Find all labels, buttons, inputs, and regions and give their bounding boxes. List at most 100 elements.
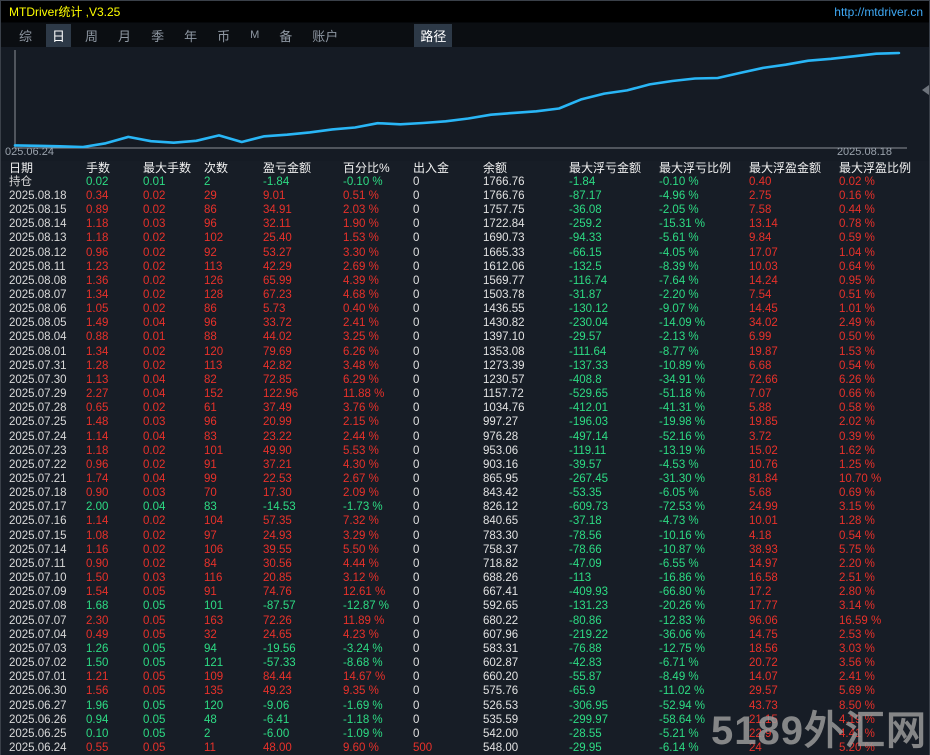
row-cell: 14.45 [749,303,778,316]
table-row[interactable]: 2025.07.15 1.08 0.02 97 24.93 3.29 % 0 783.30 -7… [1,529,929,543]
row-cell: 0 [413,699,420,712]
table-row[interactable]: 2025.06.24 0.55 0.05 11 48.00 9.60 % 500 548.00… [1,741,929,755]
table-row[interactable]: 2025.07.30 1.13 0.04 82 72.85 6.29 % 0 1230.57 -… [1,373,929,387]
table-row[interactable]: 2025.07.02 1.50 0.05 121 -57.33 -8.68 % 0 602.8… [1,656,929,670]
row-cell: -8.49 % [659,671,699,684]
row-cell: 718.82 [483,557,519,570]
table-row[interactable]: 2025.08.04 0.88 0.01 88 44.02 3.25 % 0 1397.10 -… [1,331,929,345]
column-header[interactable]: 盈亏金额 [263,161,343,175]
row-cell: 583.31 [483,642,519,655]
column-header[interactable]: 手数 [86,161,143,175]
table-row[interactable]: 2025.07.17 2.00 0.04 83 -14.53 -1.73 % 0 826.12… [1,501,929,515]
column-header[interactable]: 次数 [204,161,263,175]
column-header[interactable]: 日期 [9,161,86,175]
menu-item-m[interactable]: M [244,27,265,43]
table-row[interactable]: 2025.07.04 0.49 0.05 32 24.65 4.23 % 0 607.96 -2… [1,628,929,642]
row-cell: -6.55 % [659,557,699,570]
table-row[interactable]: 2025.07.29 2.27 0.04 152 122.96 11.88 % 0 1157.… [1,388,929,402]
row-cell: 3.25 % [343,331,379,344]
row-date: 2025.08.01 [9,345,67,358]
table-row[interactable]: 2025.07.07 2.30 0.05 163 72.26 11.89 % 0 680.22… [1,614,929,628]
table-row[interactable]: 2025.07.28 0.65 0.02 61 37.49 3.76 % 0 1034.76 -… [1,402,929,416]
menu-item-lujing[interactable]: 路径 [414,23,453,47]
table-row[interactable]: 2025.08.15 0.89 0.02 86 34.91 2.03 % 0 1757.75 -… [1,203,929,217]
menu-item-ri[interactable]: 日 [46,23,72,47]
row-date: 2025.08.18 [9,189,67,202]
row-date: 2025.07.22 [9,458,67,471]
menu-item-bei[interactable]: 备 [273,24,298,47]
table-row[interactable]: 2025.07.14 1.16 0.02 106 39.55 5.50 % 0 758.37 -… [1,543,929,557]
column-header[interactable]: 最大浮亏金额 [569,161,659,175]
table-row[interactable]: 2025.07.01 1.21 0.05 109 84.44 14.67 % 0 660.20… [1,671,929,685]
table-row[interactable]: 2025.08.13 1.18 0.02 102 25.40 1.53 % 0 1690.73… [1,232,929,246]
menu-item-ji[interactable]: 季 [145,24,170,47]
column-header[interactable]: 最大浮盈金额 [749,161,839,175]
table-row[interactable]: 2025.08.18 0.34 0.02 29 9.01 0.51 % 0 1766.76 -8… [1,189,929,203]
table-row[interactable]: 2025.06.26 0.94 0.05 48 -6.41 -1.18 % 0 535.59 -… [1,713,929,727]
row-cell: -29.95 [569,741,602,754]
table-row[interactable]: 2025.07.08 1.68 0.05 101 -87.57 -12.87 % 0 592.… [1,600,929,614]
table-row[interactable]: 2025.07.10 1.50 0.03 116 20.85 3.12 % 0 688.26 -… [1,572,929,586]
table-row[interactable]: 2025.06.30 1.56 0.05 135 49.23 9.35 % 0 575.76 -… [1,685,929,699]
table-row[interactable]: 2025.06.25 0.10 0.05 2 -6.00 -1.09 % 0 542.00 -2… [1,727,929,741]
table-row[interactable]: 2025.07.03 1.26 0.05 94 -19.56 -3.24 % 0 583.31… [1,642,929,656]
table-row[interactable]: 2025.08.06 1.05 0.02 86 5.73 0.40 % 0 1436.55 -1… [1,303,929,317]
row-cell: 783.30 [483,529,519,542]
table-row[interactable]: 2025.07.24 1.14 0.04 83 23.22 2.44 % 0 976.28 -4… [1,430,929,444]
table-row[interactable]: 2025.08.01 1.34 0.02 120 79.69 6.26 % 0 1353.08… [1,345,929,359]
row-cell: 6.99 [749,331,772,344]
menu-item-zhanghu[interactable]: 账户 [306,24,344,47]
table-row[interactable]: 2025.07.21 1.74 0.04 99 22.53 2.67 % 0 865.95 -2… [1,472,929,486]
table-row[interactable]: 2025.07.23 1.18 0.02 101 49.90 5.53 % 0 953.06 -… [1,444,929,458]
row-cell: 0.02 [143,529,166,542]
menu-item-zong[interactable]: 综 [13,24,38,47]
row-cell: 120 [204,345,224,358]
website-link[interactable]: http://mtdriver.cn [834,5,923,19]
row-cell: 5.53 % [343,444,379,457]
row-cell: 1.16 [86,543,109,556]
table-row[interactable]: 2025.07.22 0.96 0.02 91 37.21 4.30 % 0 903.16 -3… [1,458,929,472]
table-row[interactable]: 2025.07.16 1.14 0.02 104 57.35 7.32 % 0 840.65 -… [1,515,929,529]
row-cell: 84.44 [263,671,292,684]
row-date: 2025.06.30 [9,685,67,698]
column-header[interactable]: 最大浮亏比例 [659,161,749,175]
menu-item-nian[interactable]: 年 [178,24,203,47]
table-row[interactable]: 持仓 0.02 0.01 2 -1.84 -0.10 % 0 1766.76 -1.84 -0.1… [1,175,929,189]
table-row[interactable]: 2025.07.11 0.90 0.02 84 30.56 4.44 % 0 718.82 -4… [1,557,929,571]
row-cell: 0.02 [86,175,109,188]
table-row[interactable]: 2025.08.12 0.96 0.02 92 53.27 3.30 % 0 1665.33 -… [1,246,929,260]
table-row[interactable]: 2025.08.11 1.23 0.02 113 42.29 2.69 % 0 1612.06… [1,260,929,274]
row-cell: -19.56 [263,642,296,655]
splitter-arrow-icon[interactable] [922,85,929,95]
menu-item-bi[interactable]: 币 [211,24,236,47]
row-cell: -2.05 % [659,204,699,217]
column-header[interactable]: 百分比% [343,161,413,175]
menu-item-zhou[interactable]: 周 [79,24,104,47]
row-cell: 2 [204,175,211,188]
column-header[interactable]: 最大浮盈比例 [839,161,930,175]
table-row[interactable]: 2025.08.05 1.49 0.04 96 33.72 2.41 % 0 1430.82 -… [1,317,929,331]
column-header[interactable]: 出入金 [413,161,483,175]
table-row[interactable]: 2025.06.27 1.96 0.05 120 -9.06 -1.69 % 0 526.53… [1,699,929,713]
table-row[interactable]: 2025.08.08 1.36 0.02 126 65.99 4.39 % 0 1569.77… [1,274,929,288]
table-row[interactable]: 2025.07.09 1.54 0.05 91 74.76 12.61 % 0 667.41 -… [1,586,929,600]
menu-item-yue[interactable]: 月 [112,24,137,47]
row-cell: 0 [413,359,420,372]
table-row[interactable]: 2025.08.07 1.34 0.02 128 67.23 4.68 % 0 1503.78… [1,288,929,302]
table-row[interactable]: 2025.08.14 1.18 0.03 96 32.11 1.90 % 0 1722.84 -… [1,218,929,232]
table-row[interactable]: 2025.07.18 0.90 0.03 70 17.30 2.09 % 0 843.42 -5… [1,487,929,501]
row-cell: -497.14 [569,430,609,443]
row-cell: 2.69 % [343,260,379,273]
column-header[interactable]: 余额 [483,161,569,175]
row-cell: 0 [413,274,420,287]
row-cell: 0.96 [86,246,109,259]
table-row[interactable]: 2025.07.31 1.28 0.02 113 42.82 3.48 % 0 1273.39… [1,359,929,373]
row-cell: 0.01 [143,331,166,344]
row-cell: 24 [749,741,762,754]
row-cell: 33.72 [263,317,292,330]
table-row[interactable]: 2025.07.25 1.48 0.03 96 20.99 2.15 % 0 997.27 -1… [1,416,929,430]
row-cell: 0.02 [143,444,166,457]
column-header[interactable]: 最大手数 [143,161,204,175]
row-cell: -137.33 [569,359,609,372]
row-cell: 34.02 [749,317,778,330]
